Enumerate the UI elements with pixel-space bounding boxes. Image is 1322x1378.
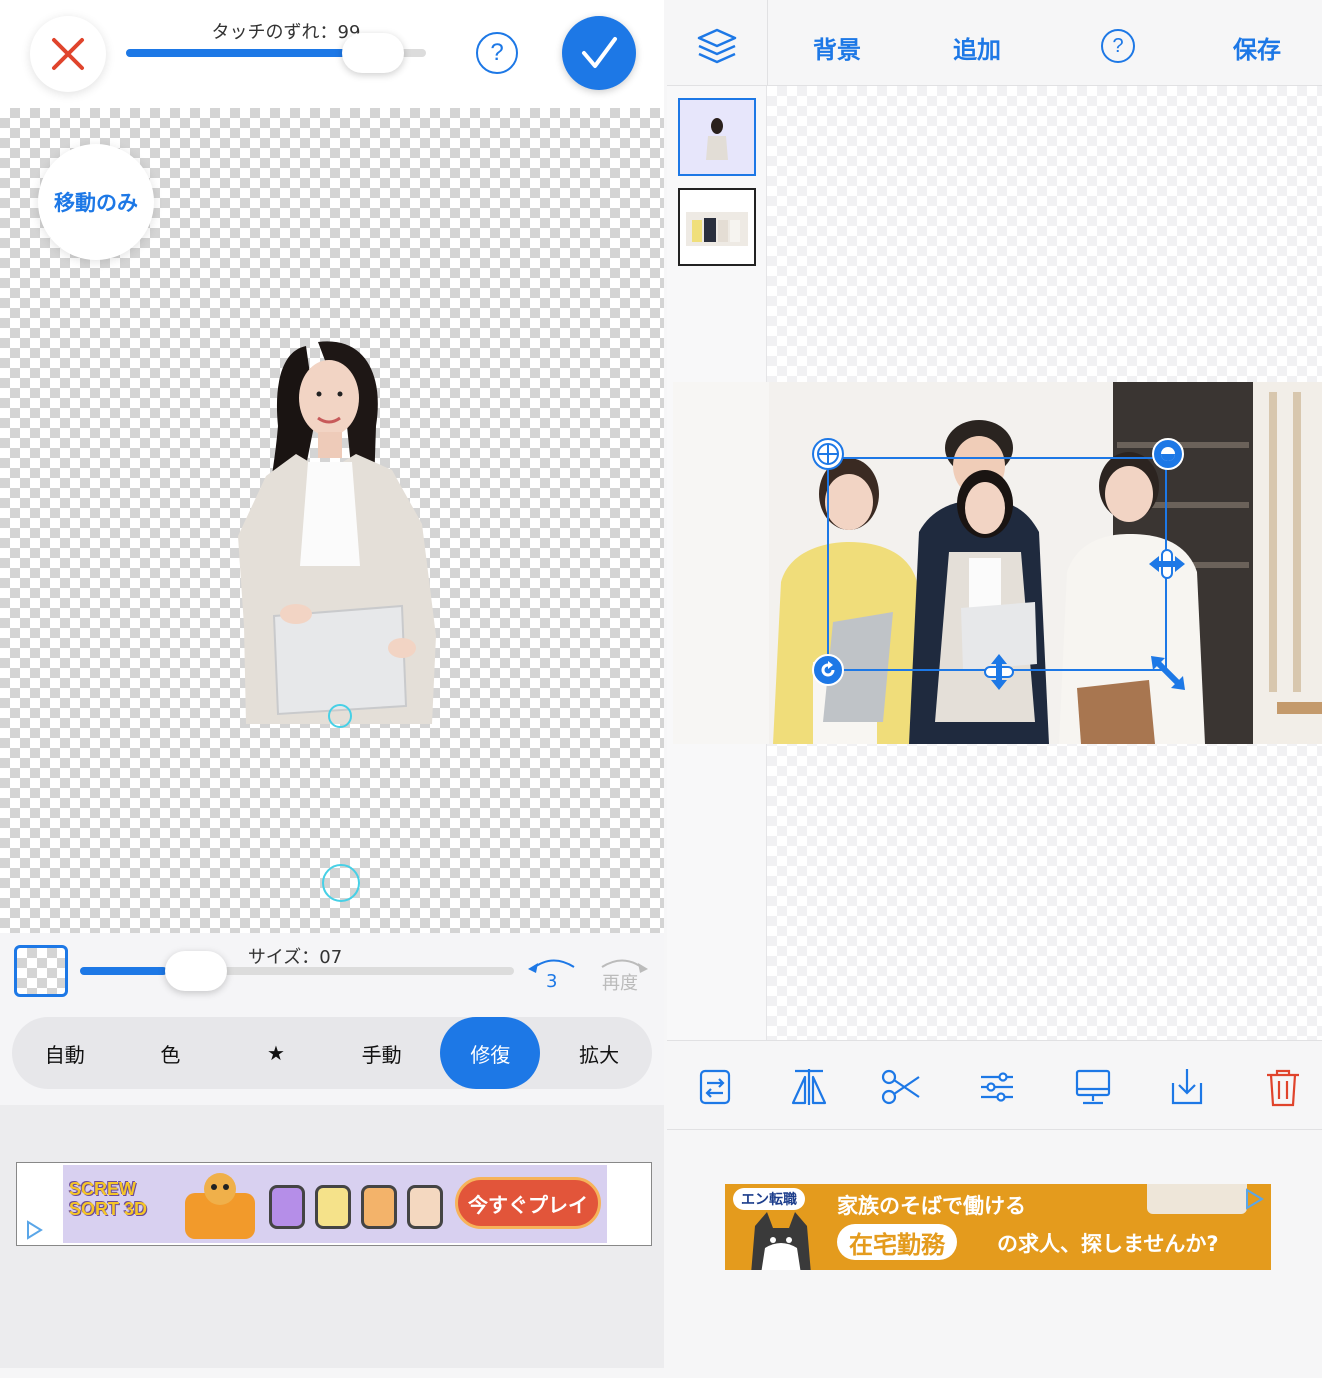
brush-size-slider[interactable] xyxy=(80,967,514,975)
brush-tools: サイズ：07 3 再度 自動 色 ★ 手動 修復 拡大 xyxy=(0,933,664,1105)
help-icon: ? xyxy=(490,39,504,66)
mirror-icon xyxy=(791,1069,827,1105)
display-button[interactable] xyxy=(1071,1065,1115,1109)
ad-creative: SCREW SORT 3D 今すぐプレイ xyxy=(63,1165,607,1243)
trash-icon xyxy=(1267,1069,1299,1107)
layers-icon xyxy=(697,28,737,64)
download-button[interactable] xyxy=(1165,1065,1209,1109)
top-menu-bar: 背景 追加 ? 保存 xyxy=(667,0,1322,86)
close-button[interactable] xyxy=(30,16,106,92)
game-ad-banner[interactable]: SCREW SORT 3D 今すぐプレイ xyxy=(16,1162,652,1246)
undo-button[interactable]: 3 xyxy=(524,953,584,997)
rotate-icon xyxy=(821,661,835,677)
layer-tools-bar xyxy=(667,1040,1322,1130)
ad-screw-box-3 xyxy=(361,1185,397,1229)
mirror-button[interactable] xyxy=(787,1065,831,1109)
brush-swatch-button[interactable] xyxy=(14,945,68,997)
diagonal-resize-icon xyxy=(1151,656,1185,690)
ad-area-right: エン転職 家族のそばで働ける 在宅勤務 の求人、探しませんか? xyxy=(667,1130,1322,1368)
ad-brand: エン転職 xyxy=(733,1188,805,1210)
ad-subline: の求人、探しませんか? xyxy=(997,1232,1219,1256)
layer-cutout-preview xyxy=(706,118,728,160)
crosshair-icon xyxy=(817,443,839,465)
download-icon xyxy=(1171,1069,1203,1105)
vertical-resize-icon xyxy=(984,654,1014,690)
ad-highlight: 在宅勤務 xyxy=(837,1224,957,1260)
selection-handle-crop[interactable] xyxy=(812,438,844,470)
ad-choices-icon[interactable] xyxy=(23,1219,45,1241)
repair-cursor-large[interactable] xyxy=(322,864,360,902)
cut-button[interactable] xyxy=(879,1065,923,1109)
selection-handle-stretch-horizontal[interactable] xyxy=(1147,544,1187,584)
monitor-icon xyxy=(1075,1069,1111,1105)
save-menu[interactable]: 保存 xyxy=(1233,30,1281,65)
mode-auto[interactable]: 自動 xyxy=(12,1017,118,1089)
help-icon: ? xyxy=(1112,34,1124,57)
ad-headline: 家族のそばで働ける xyxy=(837,1194,1026,1218)
layer-thumbnail-background[interactable] xyxy=(678,188,756,266)
brush-size-label: サイズ：07 xyxy=(247,947,343,968)
touch-offset-thumb[interactable] xyxy=(342,33,404,73)
redo-label: 再度 xyxy=(602,973,638,994)
help-button-right[interactable]: ? xyxy=(1101,29,1135,63)
brush-size-fill xyxy=(80,967,167,975)
ad-screw-box-1 xyxy=(269,1185,305,1229)
scissors-icon xyxy=(881,1069,920,1105)
selection-handle-rotate[interactable] xyxy=(812,654,844,686)
repair-cursor-small xyxy=(328,704,352,728)
ad-screw-box-2 xyxy=(315,1185,351,1229)
toolbar-divider xyxy=(767,0,768,86)
selection-handle-scale[interactable] xyxy=(1149,654,1187,692)
mode-zoom[interactable]: 拡大 xyxy=(546,1017,652,1089)
checkmark-icon xyxy=(582,37,617,68)
ad-dog-icon xyxy=(751,1212,811,1270)
help-button[interactable]: ? xyxy=(476,32,518,74)
person-cutout-image xyxy=(238,341,436,724)
cutout-editor-panel: タッチのずれ：99 ? 移動のみ サイズ：07 3 再度 自動 色 ★ 手動 修… xyxy=(0,0,664,1368)
mode-repair[interactable]: 修復 xyxy=(440,1017,541,1089)
ad-character-icon xyxy=(185,1173,255,1239)
selection-handle-stretch-vertical[interactable] xyxy=(979,652,1019,692)
undo-count: 3 xyxy=(546,971,558,992)
move-only-button[interactable]: 移動のみ xyxy=(38,144,154,260)
ad-choices-icon[interactable] xyxy=(1241,1186,1267,1212)
selection-box[interactable] xyxy=(827,457,1167,671)
confirm-button[interactable] xyxy=(562,16,636,90)
mode-color[interactable]: 色 xyxy=(118,1017,224,1089)
flip-icon xyxy=(699,1069,731,1105)
ad-area: SCREW SORT 3D 今すぐプレイ xyxy=(0,1105,664,1368)
mode-manual[interactable]: 手動 xyxy=(329,1017,435,1089)
move-only-label: 移動のみ xyxy=(54,191,138,215)
cutout-canvas[interactable]: 移動のみ xyxy=(0,108,664,933)
layer-thumbnail-cutout[interactable] xyxy=(678,98,756,176)
close-icon xyxy=(52,38,84,70)
touch-offset-fill xyxy=(126,49,378,57)
add-menu[interactable]: 追加 xyxy=(953,30,1001,65)
redo-button[interactable]: 再度 xyxy=(596,953,656,997)
selection-handle-opacity[interactable] xyxy=(1152,438,1184,470)
layer-editor-panel: 背景 追加 ? 保存 エン転職 家族のそばで働ける 在宅勤務 の求人、探しません… xyxy=(667,0,1322,1368)
layers-button[interactable] xyxy=(695,24,739,68)
job-ad-banner[interactable]: エン転職 家族のそばで働ける 在宅勤務 の求人、探しませんか? xyxy=(725,1184,1271,1270)
mode-star[interactable]: ★ xyxy=(223,1017,329,1089)
ad-game-title: SCREW SORT 3D xyxy=(69,1179,148,1219)
flip-button[interactable] xyxy=(693,1065,737,1109)
adjust-button[interactable] xyxy=(975,1065,1019,1109)
ad-keyboard-graphic xyxy=(1147,1184,1247,1214)
top-toolbar: タッチのずれ：99 ? xyxy=(0,0,664,108)
ad-play-button[interactable]: 今すぐプレイ xyxy=(455,1177,601,1229)
horizontal-resize-icon xyxy=(1149,549,1185,579)
layer-background-preview xyxy=(686,212,748,246)
ad-screw-box-4 xyxy=(407,1185,443,1229)
mode-selector: 自動 色 ★ 手動 修復 拡大 xyxy=(12,1017,652,1089)
opacity-icon xyxy=(1161,447,1175,461)
background-menu[interactable]: 背景 xyxy=(813,30,861,65)
delete-button[interactable] xyxy=(1261,1065,1305,1109)
sliders-icon xyxy=(981,1072,1013,1102)
brush-size-thumb[interactable] xyxy=(164,951,227,991)
